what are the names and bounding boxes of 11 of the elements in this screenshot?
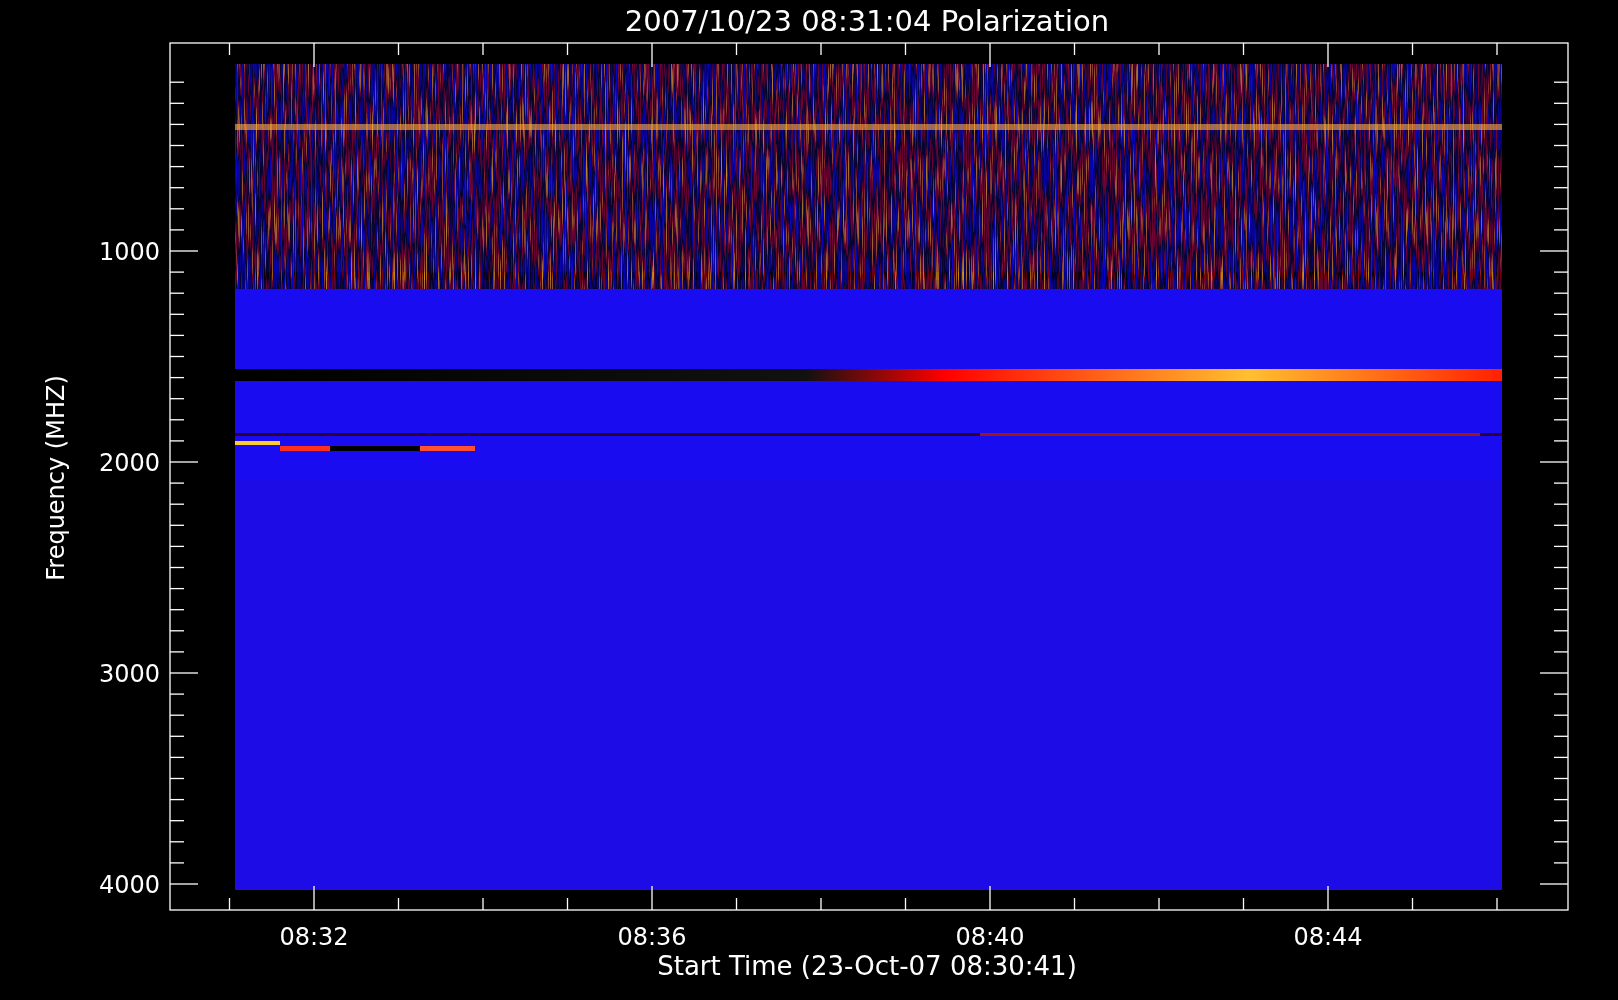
y-tick-label: 3000 — [98, 660, 160, 688]
chart-title: 2007/10/23 08:31:04 Polarization — [624, 4, 1110, 38]
x-tick-label: 08:32 — [279, 923, 349, 951]
y-tick-label: 1000 — [98, 238, 160, 266]
x-tick-label: 08:40 — [955, 923, 1025, 951]
x-axis-label: Start Time (23-Oct-07 08:30:41) — [657, 951, 1077, 981]
x-tick-label: 08:44 — [1293, 923, 1363, 951]
y-axis-label: Frequency (MHZ) — [42, 375, 70, 581]
y-tick-label: 4000 — [98, 871, 160, 899]
y-tick-label: 2000 — [98, 449, 160, 477]
x-tick-label: 08:36 — [617, 923, 687, 951]
